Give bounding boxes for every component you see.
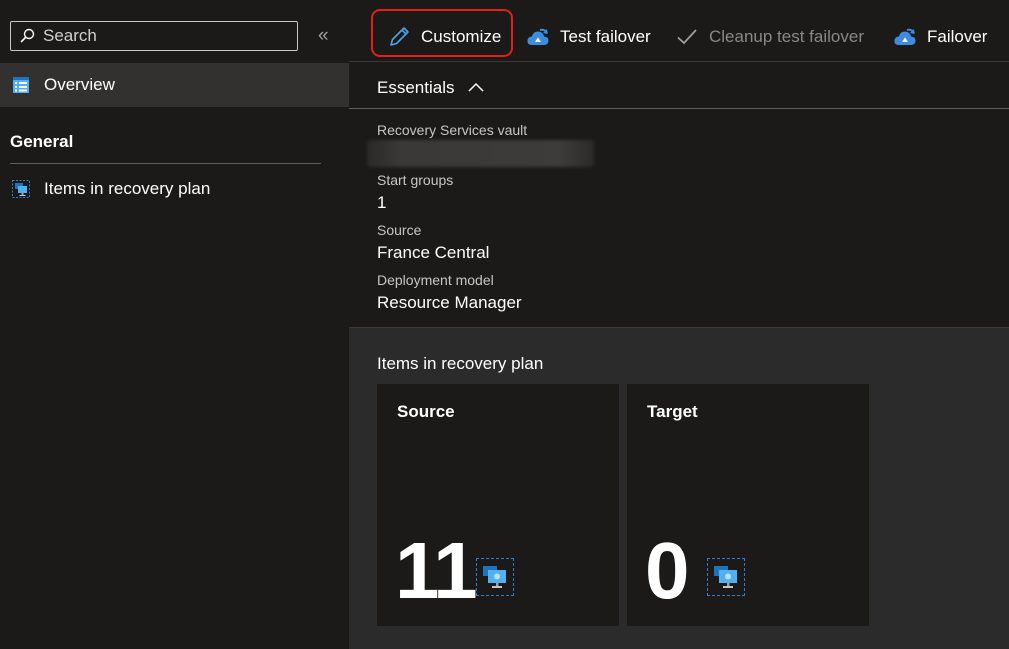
cloud-failover-icon	[894, 28, 916, 45]
sidebar-item-items-in-recovery-plan[interactable]: Items in recovery plan	[0, 174, 349, 204]
source-value: France Central	[377, 243, 490, 262]
sidebar-item-label: Overview	[44, 75, 115, 94]
toolbar: Customize Test failover Cleanup test fai…	[349, 0, 1009, 62]
sidebar-item-label: Items in recovery plan	[44, 179, 211, 198]
items-in-recovery-plan-section: Items in recovery plan Source 11 Target …	[349, 327, 1009, 649]
source-label: Source	[377, 222, 422, 238]
vm-icon	[707, 558, 745, 596]
sidebar-item-overview[interactable]: Overview	[0, 63, 349, 107]
source-count: 11	[395, 526, 478, 615]
collapse-icon[interactable]: «	[318, 26, 329, 46]
search-icon	[20, 28, 35, 43]
cleanup-test-failover-label: Cleanup test failover	[709, 27, 864, 46]
deployment-model-label: Deployment model	[377, 272, 494, 288]
sidebar: « Overview General Items in recovery pla…	[0, 0, 349, 648]
essentials-label: Essentials	[377, 78, 455, 97]
failover-label: Failover	[927, 27, 988, 46]
vm-items-icon	[12, 180, 30, 198]
items-section-title: Items in recovery plan	[377, 354, 544, 373]
chevron-up-icon[interactable]	[467, 81, 485, 93]
target-count: 0	[645, 526, 689, 615]
cleanup-test-failover-button[interactable]: Cleanup test failover	[675, 22, 864, 52]
overview-icon	[13, 77, 29, 93]
source-card[interactable]: Source 11	[377, 384, 619, 626]
divider	[10, 163, 321, 164]
test-failover-button[interactable]: Test failover	[526, 22, 651, 52]
failover-button[interactable]: Failover	[893, 22, 987, 52]
vault-value-redacted	[367, 140, 594, 167]
cloud-test-icon	[527, 28, 549, 45]
vault-label: Recovery Services vault	[377, 122, 528, 138]
search-box[interactable]	[10, 21, 298, 51]
target-card-title: Target	[647, 402, 698, 421]
main-content: Customize Test failover Cleanup test fai…	[349, 0, 1009, 649]
start-groups-value: 1	[377, 193, 387, 212]
check-icon	[677, 29, 697, 45]
customize-label: Customize	[421, 27, 502, 46]
vm-icon	[476, 558, 514, 596]
source-card-title: Source	[397, 402, 455, 421]
pencil-icon	[390, 27, 409, 46]
test-failover-label: Test failover	[560, 27, 651, 46]
start-groups-label: Start groups	[377, 172, 454, 188]
customize-button[interactable]: Customize	[387, 22, 501, 52]
section-header-general: General	[10, 132, 74, 151]
target-card[interactable]: Target 0	[627, 384, 869, 626]
search-input[interactable]	[41, 25, 285, 47]
essentials-toggle[interactable]: Essentials	[349, 63, 1009, 109]
deployment-model-value: Resource Manager	[377, 293, 522, 312]
